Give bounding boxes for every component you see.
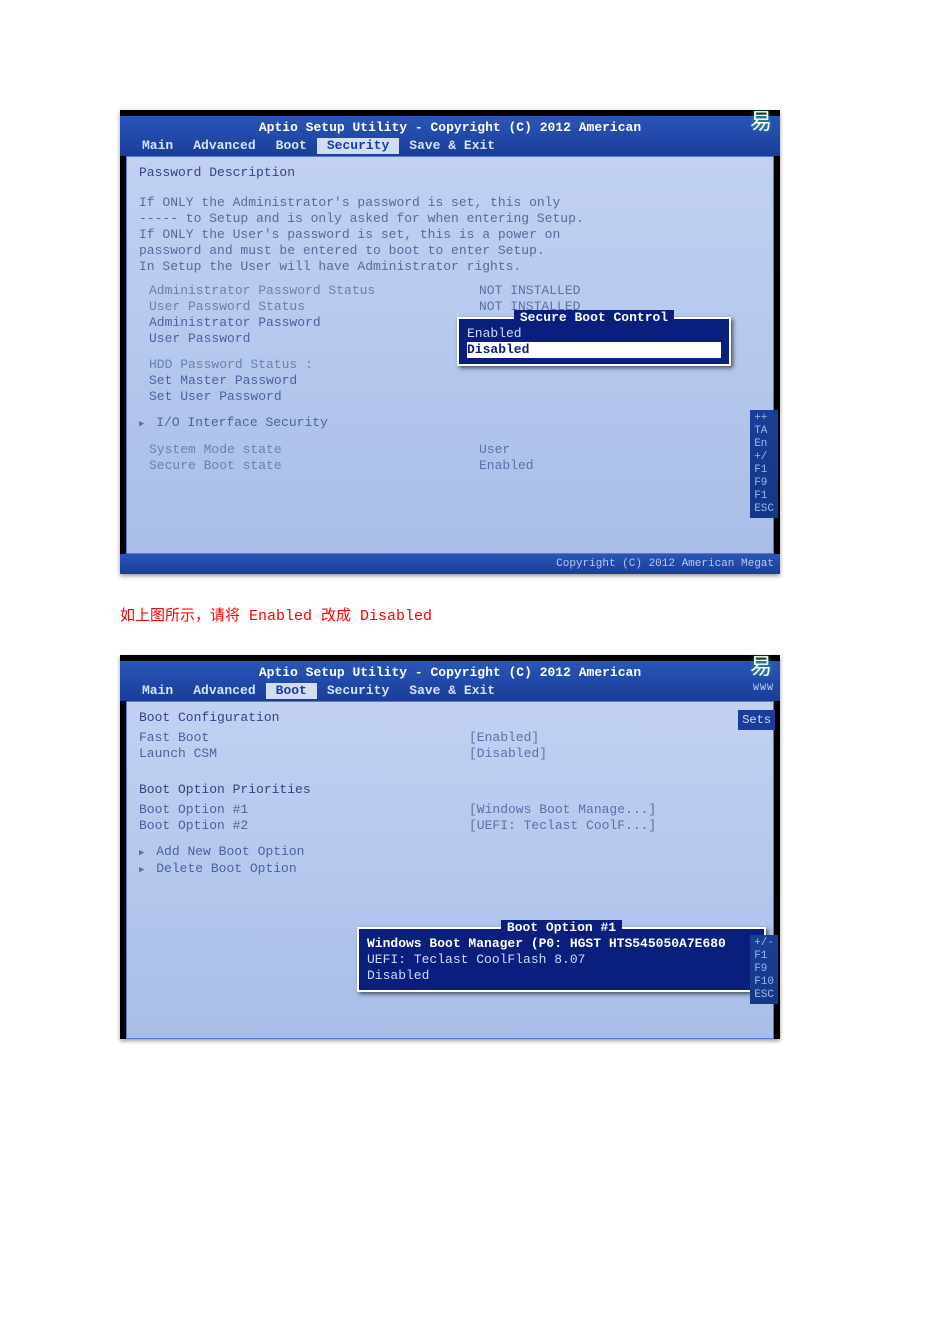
hint: ESC	[754, 989, 774, 1002]
tab-security[interactable]: Security	[317, 683, 399, 699]
bios-body-boot: Sets Boot Configuration Fast Boot [Enabl…	[126, 701, 774, 1039]
desc-line: password and must be entered to boot to …	[139, 243, 761, 259]
option-enabled[interactable]: Enabled	[467, 326, 721, 342]
item-label: Set Master Password	[149, 373, 479, 389]
hint: F9	[754, 477, 774, 490]
item-value: Enabled	[479, 458, 534, 474]
item-value: [Windows Boot Manage...]	[469, 802, 656, 818]
option-disabled[interactable]: Disabled	[467, 342, 721, 358]
hint: En	[754, 438, 774, 451]
hint: F10	[754, 976, 774, 989]
admin-password-status: Administrator Password Status NOT INSTAL…	[149, 283, 761, 299]
item-value: User	[479, 442, 510, 458]
password-description: If ONLY the Administrator's password is …	[139, 195, 761, 275]
help-panel-label: Sets	[738, 710, 775, 730]
desc-line: If ONLY the Administrator's password is …	[139, 195, 761, 211]
bios-body-security: Password Description If ONLY the Adminis…	[126, 156, 774, 554]
item-label: System Mode state	[149, 442, 479, 458]
item-label: Launch CSM	[139, 746, 469, 762]
hint: ++	[754, 412, 774, 425]
item-label: Add New Boot Option	[156, 844, 304, 859]
watermark-www: WWW	[753, 681, 774, 697]
item-label: Secure Boot state	[149, 458, 479, 474]
bios-tab-bar: Main Advanced Boot Security Save & Exit	[120, 683, 780, 701]
tab-security[interactable]: Security	[317, 138, 399, 154]
boot-option-2[interactable]: Boot Option #2 [UEFI: Teclast CoolF...]	[139, 818, 761, 834]
bios-header: Aptio Setup Utility - Copyright (C) 2012…	[120, 116, 780, 156]
desc-line: In Setup the User will have Administrato…	[139, 259, 761, 275]
item-label: Administrator Password	[149, 315, 479, 331]
item-value: [Enabled]	[469, 730, 539, 746]
item-value: NOT INSTALLED	[479, 283, 580, 299]
hint: +/	[754, 451, 774, 464]
hint: F1	[754, 950, 774, 963]
secure-boot-control-popup: Secure Boot Control Enabled Disabled	[457, 317, 731, 366]
watermark-text: 易	[750, 659, 772, 675]
desc-line: ----- to Setup and is only asked for whe…	[139, 211, 761, 227]
bios-screenshot-security: 易 Aptio Setup Utility - Copyright (C) 20…	[120, 110, 780, 574]
item-label: I/O Interface Security	[156, 415, 328, 430]
tab-advanced[interactable]: Advanced	[183, 138, 265, 154]
instruction-text: 如上图所示，请将 Enabled 改成 Disabled	[120, 604, 945, 625]
boot-option-popup: Boot Option #1 Windows Boot Manager (P0:…	[357, 927, 766, 992]
hint: F9	[754, 963, 774, 976]
option-windows-boot-manager[interactable]: Windows Boot Manager (P0: HGST HTS545050…	[367, 936, 756, 952]
hint: F1	[754, 464, 774, 477]
bios-screenshot-boot: 易 Aptio Setup Utility - Copyright (C) 20…	[120, 655, 780, 1039]
item-label: User Password	[149, 331, 479, 347]
help-key-hints: +/- F1 F9 F10 ESC	[750, 935, 778, 1004]
fast-boot[interactable]: Fast Boot [Enabled]	[139, 730, 761, 746]
delete-boot-option[interactable]: Delete Boot Option	[139, 861, 761, 878]
set-user-password[interactable]: Set User Password	[149, 389, 761, 405]
item-label: Administrator Password Status	[149, 283, 479, 299]
tab-boot[interactable]: Boot	[266, 683, 317, 699]
tab-save-exit[interactable]: Save & Exit	[399, 683, 505, 699]
popup-title: Boot Option #1	[359, 920, 764, 936]
io-interface-security[interactable]: I/O Interface Security	[139, 415, 761, 432]
hint: +/-	[754, 937, 774, 950]
hint: TA	[754, 425, 774, 438]
item-label: Set User Password	[149, 389, 479, 405]
desc-line: If ONLY the User's password is set, this…	[139, 227, 761, 243]
tab-advanced[interactable]: Advanced	[183, 683, 265, 699]
tab-boot[interactable]: Boot	[266, 138, 317, 154]
bios-title: Aptio Setup Utility - Copyright (C) 2012…	[120, 663, 780, 683]
popup-options: Windows Boot Manager (P0: HGST HTS545050…	[359, 936, 764, 990]
item-label: Boot Option #1	[139, 802, 469, 818]
tab-save-exit[interactable]: Save & Exit	[399, 138, 505, 154]
secure-boot-state: Secure Boot state Enabled	[149, 458, 761, 474]
tab-main[interactable]: Main	[132, 683, 183, 699]
hint: F1	[754, 490, 774, 503]
item-label: Boot Option #2	[139, 818, 469, 834]
bios-title: Aptio Setup Utility - Copyright (C) 2012…	[120, 118, 780, 138]
bios-header: Aptio Setup Utility - Copyright (C) 2012…	[120, 661, 780, 701]
state-block: System Mode state User Secure Boot state…	[139, 442, 761, 474]
option-disabled[interactable]: Disabled	[367, 968, 756, 984]
launch-csm[interactable]: Launch CSM [Disabled]	[139, 746, 761, 762]
option-uefi-teclast[interactable]: UEFI: Teclast CoolFlash 8.07	[367, 952, 756, 968]
item-label: Fast Boot	[139, 730, 469, 746]
boot-option-1[interactable]: Boot Option #1 [Windows Boot Manage...]	[139, 802, 761, 818]
item-label: Delete Boot Option	[156, 861, 296, 876]
watermark-text: 易	[750, 114, 772, 130]
system-mode-state: System Mode state User	[149, 442, 761, 458]
item-label: User Password Status	[149, 299, 479, 315]
section-heading: Password Description	[139, 165, 761, 181]
section-boot-priorities: Boot Option Priorities	[139, 782, 761, 798]
section-boot-config: Boot Configuration	[139, 710, 761, 726]
set-master-password[interactable]: Set Master Password	[149, 373, 761, 389]
tab-main[interactable]: Main	[132, 138, 183, 154]
popup-options: Enabled Disabled	[459, 326, 729, 364]
help-key-hints: ++ TA En +/ F1 F9 F1 ESC	[750, 410, 778, 518]
item-value: [Disabled]	[469, 746, 547, 762]
popup-title: Secure Boot Control	[459, 310, 729, 326]
hint: ESC	[754, 503, 774, 516]
item-value: [UEFI: Teclast CoolF...]	[469, 818, 656, 834]
bios-tab-bar: Main Advanced Boot Security Save & Exit	[120, 138, 780, 156]
item-label: HDD Password Status :	[149, 357, 479, 373]
bios-footer: Copyright (C) 2012 American Megat	[120, 554, 780, 574]
add-new-boot-option[interactable]: Add New Boot Option	[139, 844, 761, 861]
